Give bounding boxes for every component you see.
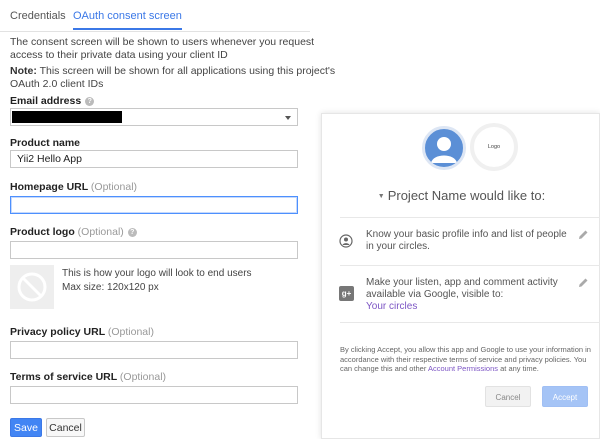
note-text: This screen will be shown for all applic…: [10, 65, 336, 90]
product-name-label: Product name: [10, 137, 81, 149]
tab-oauth-consent-screen[interactable]: OAuth consent screen: [73, 10, 182, 30]
tab-credentials[interactable]: Credentials: [10, 10, 66, 22]
chevron-down-icon: [285, 116, 291, 120]
legal-suffix: at any time.: [498, 364, 539, 373]
terms-of-service-url-label-text: Terms of service URL: [10, 371, 117, 383]
consent-screen-preview: Logo ▼ Project Name would like to: Know y…: [321, 113, 600, 439]
consent-description: The consent screen will be shown to user…: [10, 36, 315, 61]
optional-tag: (Optional): [119, 371, 167, 383]
legal-disclaimer: By clicking Accept, you allow this app a…: [340, 345, 592, 374]
optional-tag: (Optional): [90, 181, 138, 193]
homepage-url-label-text: Homepage URL: [10, 181, 88, 193]
terms-of-service-url-input[interactable]: [10, 386, 298, 404]
product-logo-label-text: Product logo: [10, 226, 75, 238]
email-address-label: Email address?: [10, 95, 95, 107]
divider: [340, 322, 600, 323]
person-icon: [431, 137, 457, 163]
product-logo-input[interactable]: [10, 241, 298, 259]
consent-note: Note: This screen will be shown for all …: [10, 65, 340, 91]
email-address-select[interactable]: [10, 108, 298, 126]
permission-activity-text: Make your listen, app and comment activi…: [366, 277, 558, 300]
redacted-email-value: [12, 111, 122, 123]
optional-tag: (Optional): [107, 326, 154, 338]
divider: [340, 217, 600, 218]
help-icon[interactable]: ?: [127, 227, 137, 237]
email-address-label-text: Email address: [10, 95, 82, 107]
tab-bar: Credentials OAuth consent screen: [0, 0, 310, 32]
logo-placeholder-image: [10, 265, 54, 309]
homepage-url-input[interactable]: [10, 196, 298, 214]
save-button[interactable]: Save: [10, 418, 42, 437]
homepage-url-label: Homepage URL (Optional): [10, 181, 137, 193]
preview-title: ▼ Project Name would like to:: [322, 188, 600, 203]
your-circles-link[interactable]: Your circles: [366, 301, 576, 313]
account-permissions-link[interactable]: Account Permissions: [428, 364, 498, 373]
preview-title-text: Project Name would like to:: [387, 188, 546, 203]
divider: [340, 265, 600, 266]
google-plus-icon: g+: [339, 286, 354, 301]
preview-accept-button[interactable]: Accept: [542, 386, 588, 407]
no-image-icon: [17, 272, 47, 302]
user-avatar-icon: [422, 126, 466, 170]
permission-profile-text: Know your basic profile info and list of…: [366, 229, 567, 252]
note-label: Note:: [10, 65, 37, 77]
privacy-policy-url-label: Privacy policy URL (Optional): [10, 326, 154, 338]
app-logo-circle: Logo: [470, 123, 518, 171]
preview-cancel-button[interactable]: Cancel: [485, 386, 531, 407]
privacy-policy-url-label-text: Privacy policy URL: [10, 326, 105, 338]
terms-of-service-url-label: Terms of service URL (Optional): [10, 371, 166, 383]
product-logo-label: Product logo (Optional)?: [10, 226, 137, 238]
caret-down-icon: ▼: [377, 193, 385, 201]
edit-pencil-icon[interactable]: [578, 277, 589, 288]
profile-icon: [339, 234, 353, 248]
logo-hint: This is how your logo will look to end u…: [62, 268, 252, 279]
product-name-input[interactable]: Yii2 Hello App: [10, 150, 298, 168]
logo-max-size: Max size: 120x120 px: [62, 282, 159, 293]
optional-tag: (Optional): [77, 226, 124, 238]
help-icon[interactable]: ?: [85, 96, 95, 106]
privacy-policy-url-input[interactable]: [10, 341, 298, 359]
edit-pencil-icon[interactable]: [578, 229, 589, 240]
consent-form-panel: Credentials OAuth consent screen The con…: [0, 0, 335, 439]
cancel-button[interactable]: Cancel: [46, 418, 85, 437]
